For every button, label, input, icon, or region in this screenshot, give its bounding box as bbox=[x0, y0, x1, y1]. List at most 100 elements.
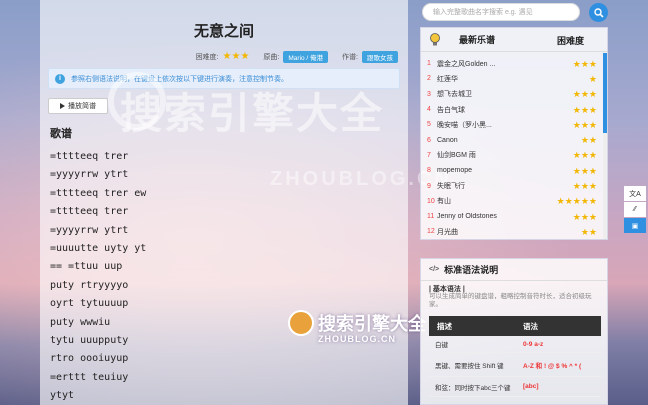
page-title: 无意之间 bbox=[193, 23, 254, 40]
play-icon bbox=[60, 103, 65, 109]
list-item[interactable]: 12 月光曲 ★★ bbox=[423, 224, 603, 239]
list-item-number: 3 bbox=[427, 90, 431, 98]
search-icon bbox=[593, 7, 604, 18]
list-item-stars: ★★★ bbox=[573, 150, 597, 160]
score-line: rtro oooiuyup bbox=[50, 353, 129, 365]
strike-icon[interactable]: ⁄⁄ bbox=[624, 202, 646, 217]
syntax-table-header: 描述 语法 bbox=[429, 316, 601, 336]
list-item[interactable]: 5 晚安喵（罗小黑... ★★★ bbox=[423, 117, 603, 132]
list-item-name[interactable]: 告白气球 bbox=[437, 105, 527, 115]
star-icon: ★★★★★ bbox=[556, 196, 597, 207]
list-item[interactable]: 8 mopemope ★★★ bbox=[423, 163, 603, 178]
syntax-col-desc: 描述 bbox=[437, 321, 452, 331]
difficulty-stars: ★★★ bbox=[223, 52, 250, 62]
syntax-table: 描述 语法 白键 0-9 a-z 黑键、需要按住 Shift 键 A-Z 和 ! @ … bbox=[429, 316, 601, 397]
list-item-name[interactable]: Canon bbox=[437, 137, 527, 144]
syntax-row-desc: 和弦：同时按下abc三个键 bbox=[435, 384, 511, 392]
image-icon[interactable]: ▣ bbox=[624, 218, 646, 233]
list-item-name[interactable]: 有山 bbox=[437, 196, 527, 206]
list-item[interactable]: 9 失眠飞行 ★★★ bbox=[423, 178, 603, 193]
list-item-name[interactable]: 月光曲 bbox=[437, 227, 527, 237]
code-icon: </> bbox=[429, 266, 440, 273]
score-line: puty rtryyyyo bbox=[50, 279, 129, 291]
lightbulb-icon bbox=[430, 32, 440, 45]
score-line: tytu uuupputy bbox=[50, 334, 129, 346]
star-icon: ★★★ bbox=[572, 211, 597, 222]
list-item-number: 7 bbox=[427, 151, 431, 159]
list-item[interactable]: 7 仙剑BGM 雨 ★★★ bbox=[423, 148, 603, 163]
list-item-number: 12 bbox=[427, 228, 435, 236]
latest-scores-panel: 最新乐谱 困难度 1 震金之风Golden ... ★★★ 2 红莲华 ★ 3 想飞去城卫 ★★… bbox=[420, 27, 608, 240]
star-icon: ★★★ bbox=[222, 51, 250, 62]
score-line: =yyyyrrw ytrt bbox=[50, 169, 129, 181]
list-item-stars: ★★★ bbox=[573, 105, 597, 115]
latest-header: 最新乐谱 困难度 bbox=[421, 28, 607, 52]
list-item-name[interactable]: 失眠飞行 bbox=[437, 181, 527, 191]
original-tag[interactable]: Mario / 俺港 bbox=[283, 51, 329, 63]
side-tools: 文A ⁄⁄ ▣ bbox=[624, 186, 646, 233]
score-line: =erttt teuiuy bbox=[50, 371, 129, 383]
play-button-label: 播放简谱 bbox=[68, 103, 96, 110]
list-item-stars: ★★★ bbox=[573, 89, 597, 99]
syntax-row: 黑键、需要按住 Shift 键 A-Z 和 ! @ $ % ^ * ( bbox=[429, 353, 601, 377]
list-item-number: 2 bbox=[427, 75, 431, 83]
star-icon: ★★★ bbox=[572, 150, 597, 161]
list-item-number: 6 bbox=[427, 136, 431, 144]
score-lines: =tttteeq trer =yyyyrrw ytrt =tttteeq trer … bbox=[50, 148, 146, 405]
translate-icon[interactable]: 文A bbox=[624, 186, 646, 201]
syntax-row-syntax: [abc] bbox=[523, 383, 539, 390]
list-item[interactable]: 6 Canon ★★ bbox=[423, 133, 603, 148]
list-item-stars: ★★★ bbox=[573, 120, 597, 130]
list-item-stars: ★★★★★ bbox=[557, 196, 597, 206]
original-label: 原曲: bbox=[263, 54, 280, 61]
star-icon: ★★ bbox=[580, 226, 597, 237]
score-line: puty wwwiu bbox=[50, 316, 111, 328]
score-line: oyrt tytuuuup bbox=[50, 298, 129, 310]
list-item-name[interactable]: mopemope bbox=[437, 167, 527, 174]
syntax-row: 和弦：同时按下abc三个键 [abc] bbox=[429, 377, 601, 397]
latest-difficulty-header: 困难度 bbox=[557, 36, 585, 46]
list-item-number: 9 bbox=[427, 182, 431, 190]
list-item-name[interactable]: Jenny of Oldstones bbox=[437, 213, 527, 220]
score-line: =uuuutte uyty yt bbox=[50, 242, 147, 254]
watermark-badge bbox=[288, 310, 314, 336]
list-item-stars: ★★ bbox=[581, 135, 597, 145]
score-line: ytyt bbox=[50, 390, 75, 402]
list-item[interactable]: 10 有山 ★★★★★ bbox=[423, 194, 603, 209]
list-item[interactable]: 11 Jenny of Oldstones ★★★ bbox=[423, 209, 603, 224]
list-scroll-thumb[interactable] bbox=[603, 53, 607, 133]
arranger-label: 作谱: bbox=[342, 54, 358, 61]
list-item[interactable]: 4 告白气球 ★★★ bbox=[423, 102, 603, 117]
syntax-header: </> 标准语法说明 bbox=[421, 259, 607, 281]
list-item-name[interactable]: 仙剑BGM 雨 bbox=[437, 150, 527, 160]
search-button[interactable] bbox=[589, 3, 608, 22]
syntax-row: 白键 0-9 a-z bbox=[429, 336, 601, 353]
arranger-tag[interactable]: 跟歌女孩 bbox=[362, 51, 398, 63]
score-line: =tttteeq trer ew bbox=[50, 187, 147, 199]
list-item-name[interactable]: 震金之风Golden ... bbox=[437, 59, 527, 69]
difficulty-label: 困难度: bbox=[195, 54, 219, 61]
play-button[interactable]: 播放简谱 bbox=[48, 98, 108, 114]
list-item-name[interactable]: 想飞去城卫 bbox=[437, 89, 527, 99]
list-item[interactable]: 1 震金之风Golden ... ★★★ bbox=[423, 56, 603, 71]
list-item-number: 11 bbox=[427, 213, 435, 221]
search-input[interactable]: 输入完整歌曲名字搜索 e.g. 遇见 bbox=[422, 3, 580, 21]
score-line: =tttteeq trer bbox=[50, 151, 129, 162]
list-item[interactable]: 2 红莲华 ★ bbox=[423, 71, 603, 86]
main-panel: 无意之间 困难度: ★★★ 原曲: Mario / 俺港 作谱: 跟歌女孩 i … bbox=[40, 0, 408, 405]
list-item-stars: ★★ bbox=[581, 227, 597, 237]
score-line: == =ttuu uup bbox=[50, 261, 123, 273]
score-line: =yyyyrrw ytrt bbox=[50, 224, 129, 236]
syntax-row-syntax: 0-9 a-z bbox=[523, 340, 544, 348]
list-item-stars: ★★★ bbox=[573, 166, 597, 176]
syntax-description: 可以生成简单的键盘谱，粗略控制音符时长，适合初级玩家。 bbox=[429, 293, 592, 308]
list-item[interactable]: 3 想飞去城卫 ★★★ bbox=[423, 87, 603, 102]
list-item-number: 5 bbox=[427, 121, 431, 129]
score-heading: 歌谱 bbox=[50, 128, 72, 140]
list-item-name[interactable]: 晚安喵（罗小黑... bbox=[437, 120, 527, 130]
song-meta: 困难度: ★★★ 原曲: Mario / 俺港 作谱: 跟歌女孩 bbox=[196, 51, 398, 63]
watermark-logo bbox=[108, 72, 166, 130]
list-item-stars: ★★★ bbox=[573, 181, 597, 191]
list-item-name[interactable]: 红莲华 bbox=[437, 74, 527, 84]
syntax-title: 标准语法说明 bbox=[444, 265, 499, 275]
